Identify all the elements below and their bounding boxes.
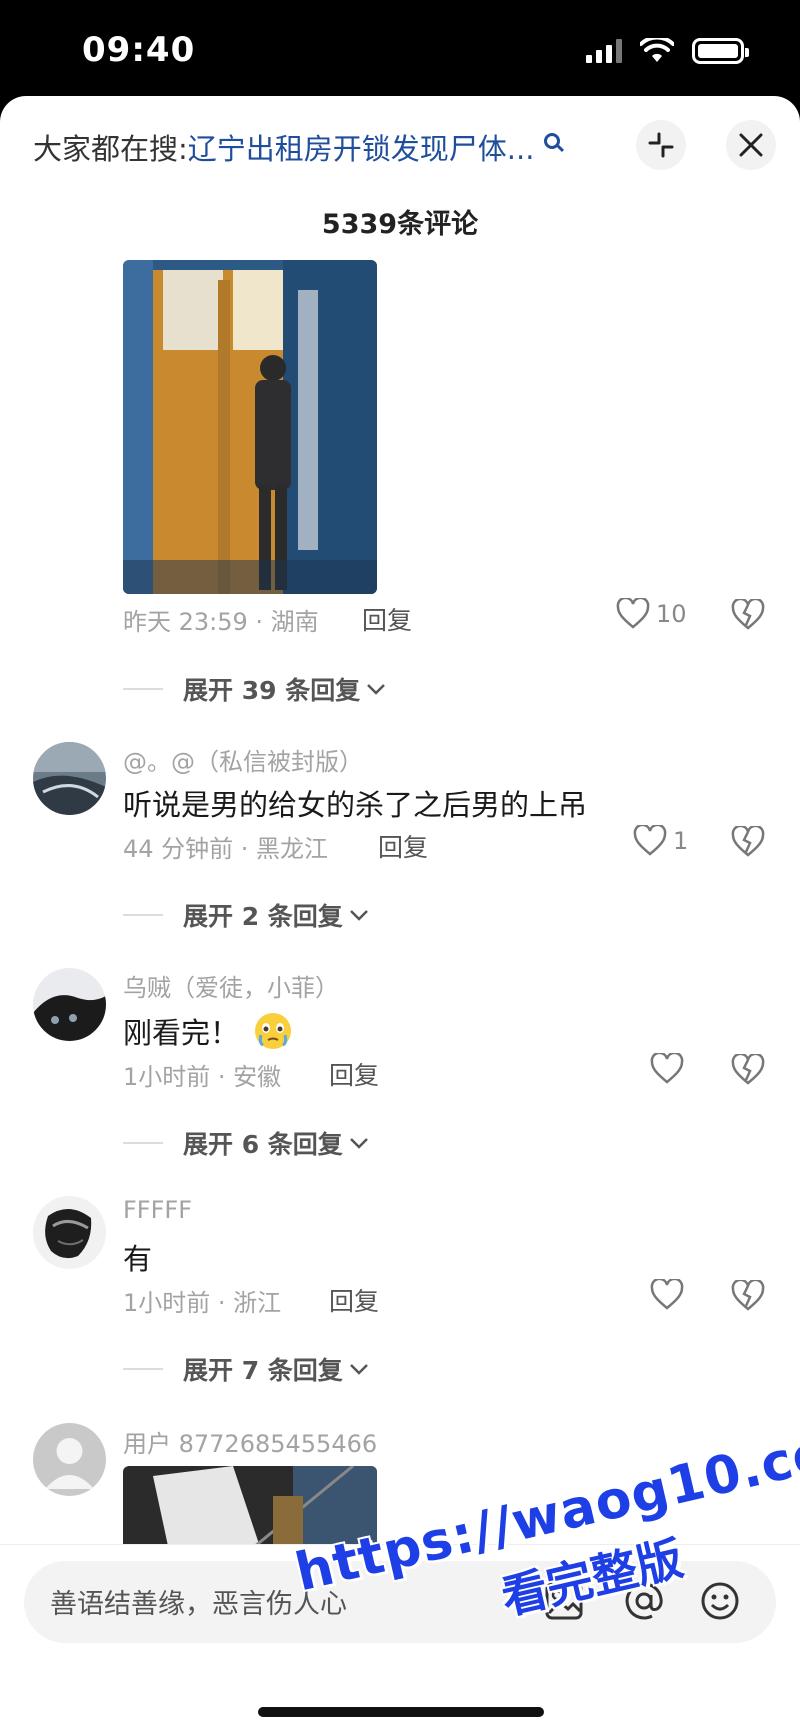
- comment-username[interactable]: FFFFF: [123, 1196, 192, 1224]
- reply-button[interactable]: 回复: [362, 601, 412, 637]
- like-button[interactable]: [650, 1279, 684, 1311]
- expand-replies[interactable]: 展开 7 条回复: [123, 1351, 369, 1387]
- comment-username[interactable]: @。@（私信被封版）: [123, 742, 363, 777]
- like-count: 1: [673, 827, 689, 855]
- reply-button[interactable]: 回复: [378, 828, 428, 864]
- trending-search-topic[interactable]: 辽宁出租房开锁发现尸体...: [188, 126, 535, 168]
- crying-face-emoji-icon: [255, 1013, 292, 1049]
- like-button[interactable]: [650, 1053, 684, 1085]
- comment-text: 刚看完！: [123, 1016, 240, 1050]
- comment-meta: 1小时前 · 浙江: [123, 1289, 282, 1317]
- expand-replies-label: 展开 7 条回复: [183, 1356, 343, 1385]
- status-time: 09:40: [82, 30, 196, 70]
- avatar[interactable]: [33, 1196, 106, 1269]
- expand-replies[interactable]: 展开 6 条回复: [123, 1125, 369, 1161]
- close-button[interactable]: [726, 120, 776, 170]
- chevron-down-icon: [349, 1138, 368, 1149]
- chevron-down-icon: [349, 910, 368, 921]
- phone-screen: 09:40 大家都在搜: 辽宁出租房开锁发现尸体... 5339条评论 昨天 2…: [0, 0, 800, 1733]
- default-avatar[interactable]: [33, 1423, 106, 1496]
- heart-icon: [650, 1279, 684, 1310]
- comment-meta: 昨天 23:59 · 湖南: [123, 608, 319, 636]
- reply-button[interactable]: 回复: [329, 1056, 379, 1092]
- divider-line: [123, 1368, 163, 1370]
- dislike-button[interactable]: [731, 824, 765, 862]
- divider-line: [123, 688, 163, 690]
- dislike-button[interactable]: [731, 1278, 765, 1316]
- expand-replies-label: 展开 2 条回复: [183, 902, 343, 931]
- comment-username[interactable]: 用户 8772685455466: [123, 1424, 377, 1459]
- reply-button[interactable]: 回复: [329, 1282, 379, 1318]
- wifi-icon: [640, 38, 674, 62]
- comment-text: 听说是男的给女的杀了之后男的上吊: [123, 788, 588, 822]
- divider-line: [123, 914, 163, 916]
- chevron-down-icon: [367, 684, 386, 695]
- comments-title: 5339条评论: [321, 209, 479, 240]
- comment-meta: 1小时前 · 安徽: [123, 1063, 282, 1091]
- like-button[interactable]: 1: [633, 825, 688, 857]
- heart-icon: [616, 598, 650, 629]
- like-count: 10: [656, 600, 687, 628]
- broken-heart-icon: [731, 1052, 765, 1085]
- expand-replies-label: 展开 6 条回复: [183, 1130, 343, 1159]
- collapse-icon: [648, 132, 674, 158]
- trending-search[interactable]: 大家都在搜: 辽宁出租房开锁发现尸体...: [33, 126, 561, 168]
- comment-meta: 44 分钟前 · 黑龙江: [123, 835, 329, 863]
- heart-icon: [650, 1053, 684, 1084]
- expand-replies[interactable]: 展开 39 条回复: [123, 671, 386, 707]
- comment-text-row: 刚看完！: [123, 1010, 293, 1052]
- comment-image[interactable]: [123, 260, 377, 594]
- search-icon: [544, 133, 561, 149]
- heart-icon: [633, 825, 667, 856]
- collapse-button[interactable]: [636, 120, 686, 170]
- battery-icon: [692, 38, 749, 64]
- avatar[interactable]: [33, 742, 106, 815]
- dislike-button[interactable]: [731, 1052, 765, 1090]
- comment-username[interactable]: 乌贼（爱徒，小菲）: [123, 968, 339, 1003]
- avatar[interactable]: [33, 968, 106, 1041]
- broken-heart-icon: [731, 597, 765, 630]
- home-indicator[interactable]: [258, 1707, 544, 1717]
- divider-line: [123, 1142, 163, 1144]
- expand-replies[interactable]: 展开 2 条回复: [123, 897, 369, 933]
- emoji-icon[interactable]: [698, 1579, 742, 1623]
- like-button[interactable]: 10: [616, 598, 687, 630]
- trending-search-prefix: 大家都在搜:: [33, 132, 188, 166]
- status-bar: 09:40: [0, 0, 800, 96]
- cellular-signal-icon: [586, 39, 622, 63]
- comment-text: 有: [123, 1242, 153, 1276]
- expand-replies-label: 展开 39 条回复: [183, 676, 361, 705]
- chevron-down-icon: [349, 1364, 368, 1375]
- status-icons: [586, 38, 749, 64]
- close-icon: [739, 133, 763, 157]
- dislike-button[interactable]: [731, 597, 765, 635]
- broken-heart-icon: [731, 1278, 765, 1311]
- broken-heart-icon: [731, 824, 765, 857]
